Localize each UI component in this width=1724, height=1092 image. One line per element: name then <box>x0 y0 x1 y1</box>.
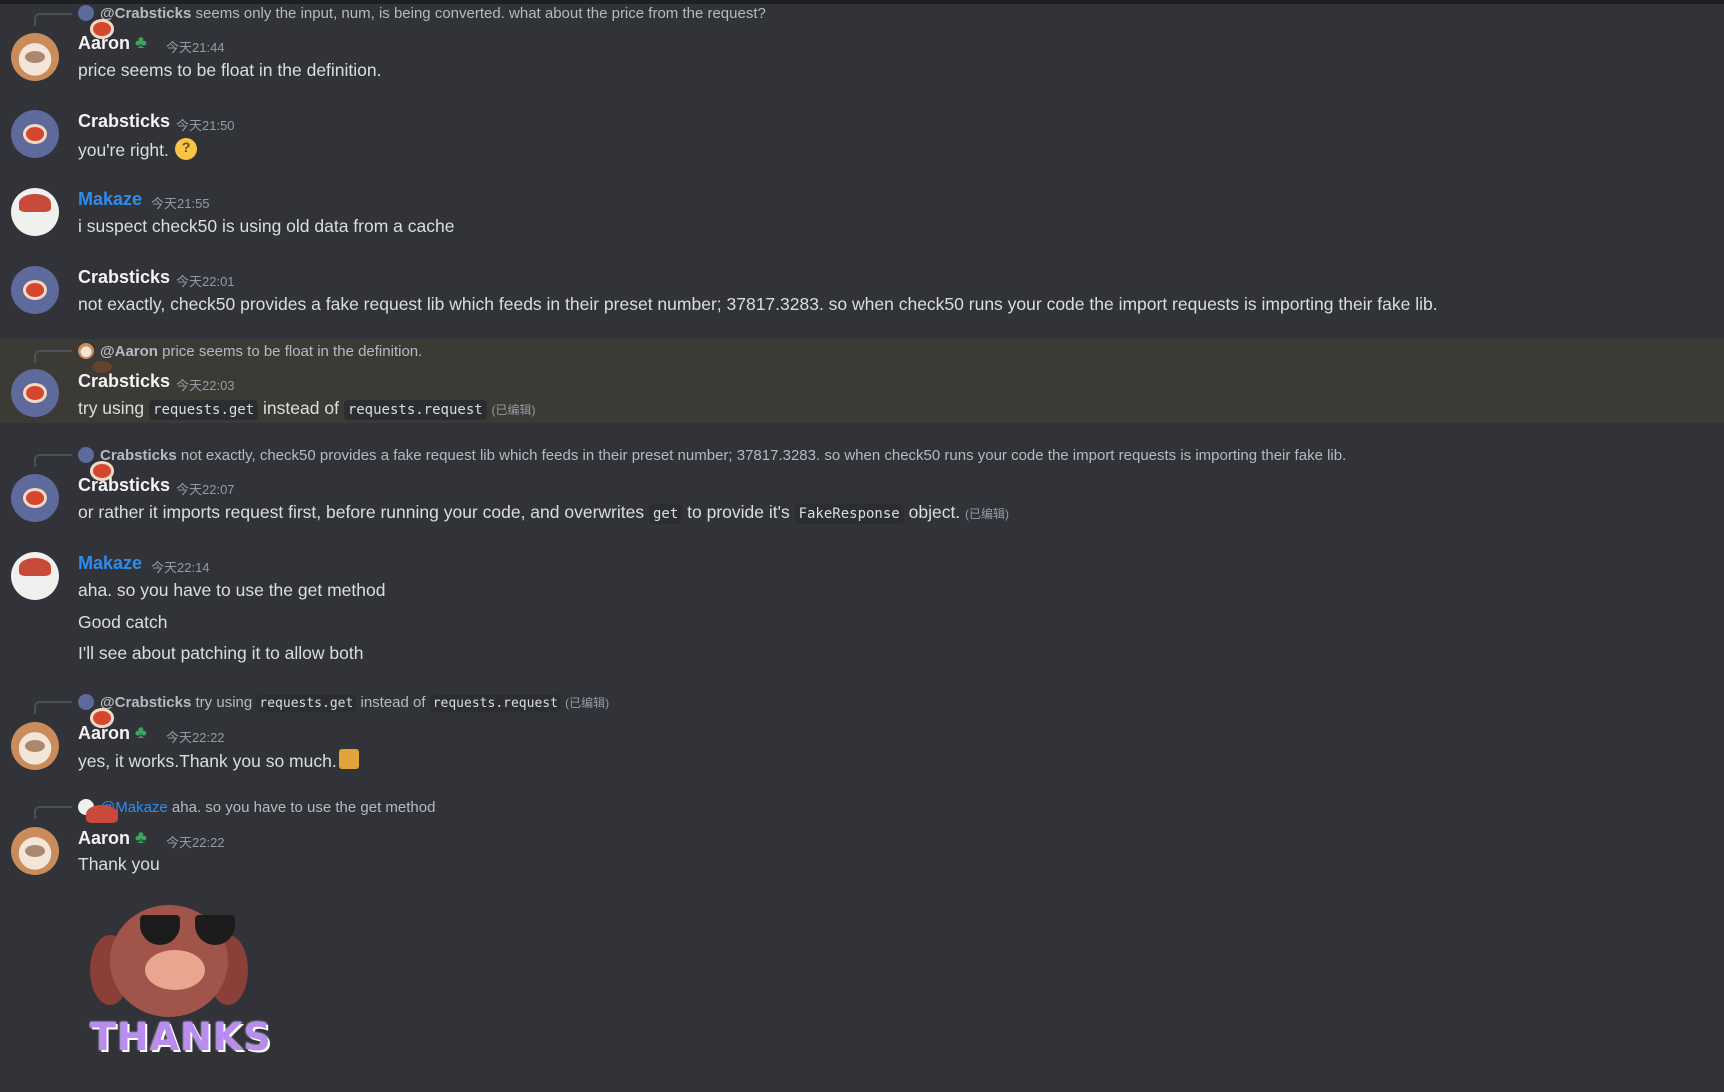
message: @Crabsticks try using requests.get inste… <box>0 690 1724 780</box>
reply-preview[interactable]: @Crabsticks try using requests.get inste… <box>78 694 610 712</box>
clover-badge-icon: ♣ <box>135 32 147 52</box>
text-segment: object. <box>908 502 961 522</box>
inline-code: FakeResponse <box>794 504 904 524</box>
message: Makaze 今天21:55 i suspect check50 is usin… <box>0 178 1724 248</box>
edited-label: (已编辑) <box>965 507 1010 521</box>
reply-text: instead of <box>360 694 426 711</box>
reply-preview[interactable]: @Aaron price seems to be float in the de… <box>78 343 422 360</box>
timestamp: 今天22:01 <box>176 274 235 289</box>
avatar[interactable] <box>11 33 59 81</box>
username[interactable]: Crabsticks <box>78 111 170 132</box>
timestamp: 今天22:03 <box>176 378 235 393</box>
timestamp: 今天21:55 <box>151 196 210 211</box>
edited-label: (已编辑) <box>565 696 610 710</box>
reply-text: try using <box>195 694 253 711</box>
avatar[interactable] <box>11 827 59 875</box>
timestamp: 今天21:44 <box>166 40 225 55</box>
message: Crabsticks 今天22:01 not exactly, check50 … <box>0 256 1724 326</box>
timestamp: 今天22:07 <box>176 482 235 497</box>
message-text: you're right. <box>78 138 197 161</box>
message: Makaze 今天22:14 aha. so you have to use t… <box>0 542 1724 672</box>
message-text: i suspect check50 is using old data from… <box>78 216 455 236</box>
clover-badge-icon: ♣ <box>135 722 147 742</box>
reply-spine <box>34 350 72 363</box>
message-text: try using requests.get instead of reques… <box>78 398 536 420</box>
message: @Crabsticks seems only the input, num, i… <box>0 0 1724 81</box>
reply-spine <box>34 454 72 467</box>
reply-author[interactable]: Crabsticks <box>100 447 177 464</box>
sticker-face <box>145 950 205 990</box>
timestamp: 今天22:14 <box>151 560 210 575</box>
reply-author[interactable]: @Crabsticks <box>100 694 191 711</box>
timestamp: 今天21:50 <box>176 118 235 133</box>
avatar[interactable] <box>11 474 59 522</box>
thanks-sticker-emoji <box>338 749 359 769</box>
username[interactable]: Crabsticks <box>78 267 170 288</box>
timestamp: 今天22:22 <box>166 835 225 850</box>
username[interactable]: Makaze <box>78 189 142 210</box>
message-line: yes, it works.Thank you so much. <box>78 751 337 771</box>
reply-spine <box>34 806 72 819</box>
message-text: yes, it works.Thank you so much. <box>78 749 359 772</box>
message-text: or rather it imports request first, befo… <box>78 502 1010 524</box>
message-text: price seems to be float in the definitio… <box>78 60 382 80</box>
inline-code: requests.get <box>256 695 357 712</box>
thinking-face-emoji <box>174 138 197 160</box>
reply-spine <box>34 701 72 714</box>
reply-author[interactable]: @Aaron <box>100 343 158 360</box>
avatar[interactable] <box>11 188 59 236</box>
username[interactable]: Crabsticks <box>78 371 170 392</box>
message: Crabsticks not exactly, check50 provides… <box>0 443 1724 527</box>
text-segment: instead of <box>263 398 339 418</box>
timestamp: 今天22:22 <box>166 730 225 745</box>
reply-avatar <box>78 5 94 21</box>
username[interactable]: Aaron <box>78 828 130 849</box>
text-segment: or rather it imports request first, befo… <box>78 502 645 522</box>
reply-preview[interactable]: Crabsticks not exactly, check50 provides… <box>78 447 1346 464</box>
reply-text: price seems to be float in the definitio… <box>162 343 423 360</box>
inline-code: requests.request <box>429 695 561 712</box>
message: Crabsticks 今天21:50 you're right. <box>0 100 1724 170</box>
username[interactable]: Crabsticks <box>78 475 170 496</box>
message-text: Thank you <box>78 854 160 874</box>
avatar[interactable] <box>11 722 59 770</box>
reply-spine <box>34 13 72 26</box>
message-text: aha. so you have to use the get method <box>78 580 386 600</box>
thanks-sticker[interactable]: THANKS <box>90 895 271 1060</box>
username[interactable]: Makaze <box>78 553 142 574</box>
sticker-label: THANKS <box>90 1015 272 1059</box>
text-segment: to provide it's <box>687 502 790 522</box>
text-segment: try using <box>78 398 145 418</box>
reply-preview[interactable]: @Makaze aha. so you have to use the get … <box>78 799 435 816</box>
reply-text: aha. so you have to use the get method <box>171 799 436 816</box>
message-text: not exactly, check50 provides a fake req… <box>78 294 1438 314</box>
avatar[interactable] <box>11 266 59 314</box>
message-text: I'll see about patching it to allow both <box>78 643 364 663</box>
reply-author[interactable]: @Crabsticks <box>100 5 191 22</box>
reply-avatar <box>78 447 94 463</box>
clover-badge-icon: ♣ <box>135 827 147 847</box>
reply-avatar <box>78 694 94 710</box>
reply-avatar <box>78 799 94 815</box>
avatar[interactable] <box>11 110 59 158</box>
avatar[interactable] <box>11 552 59 600</box>
inline-code: get <box>648 504 683 524</box>
reply-preview[interactable]: @Crabsticks seems only the input, num, i… <box>78 5 766 22</box>
username[interactable]: Aaron <box>78 33 130 54</box>
avatar[interactable] <box>11 369 59 417</box>
reply-text: not exactly, check50 provides a fake req… <box>180 447 1347 464</box>
message-line: you're right. <box>78 140 169 160</box>
username[interactable]: Aaron <box>78 723 130 744</box>
sunglasses-icon <box>140 915 240 945</box>
edited-label: (已编辑) <box>491 403 536 417</box>
inline-code: requests.get <box>149 400 259 420</box>
reply-text: seems only the input, num, is being conv… <box>195 5 766 22</box>
reply-avatar <box>78 343 94 359</box>
inline-code: requests.request <box>343 400 487 420</box>
message-text: Good catch <box>78 612 168 632</box>
message-highlighted: @Aaron price seems to be float in the de… <box>0 339 1724 423</box>
